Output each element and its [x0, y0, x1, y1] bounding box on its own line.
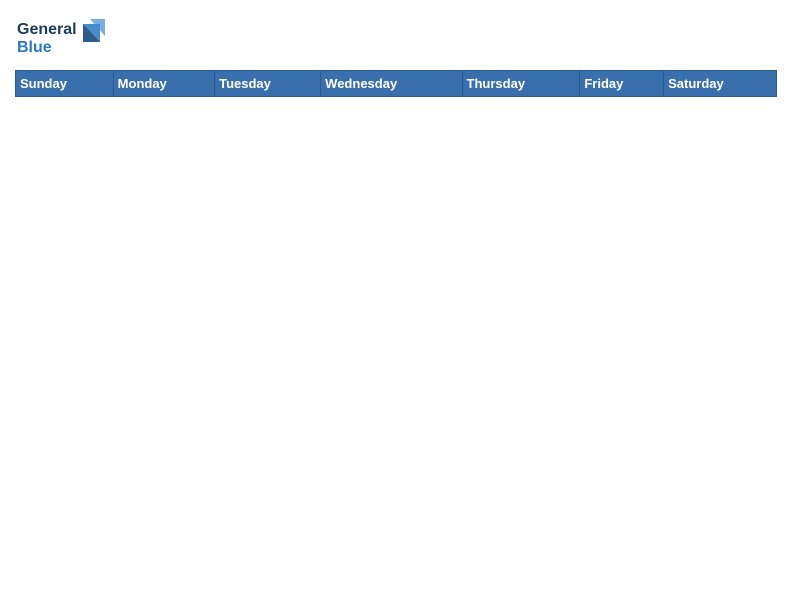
logo: General Blue [15, 14, 105, 64]
weekday-header-row: SundayMondayTuesdayWednesdayThursdayFrid… [16, 71, 777, 97]
weekday-header-monday: Monday [113, 71, 214, 97]
weekday-header-tuesday: Tuesday [215, 71, 321, 97]
weekday-header-wednesday: Wednesday [321, 71, 462, 97]
calendar-table: SundayMondayTuesdayWednesdayThursdayFrid… [15, 70, 777, 97]
calendar-page: General Blue SundayMondayTuesdayWednesda… [0, 0, 792, 612]
weekday-header-thursday: Thursday [462, 71, 580, 97]
weekday-header-friday: Friday [580, 71, 664, 97]
weekday-header-saturday: Saturday [664, 71, 777, 97]
logo-svg: General Blue [15, 14, 105, 59]
header: General Blue [15, 10, 777, 64]
weekday-header-sunday: Sunday [16, 71, 114, 97]
svg-text:General: General [17, 21, 77, 38]
svg-text:Blue: Blue [17, 39, 52, 56]
